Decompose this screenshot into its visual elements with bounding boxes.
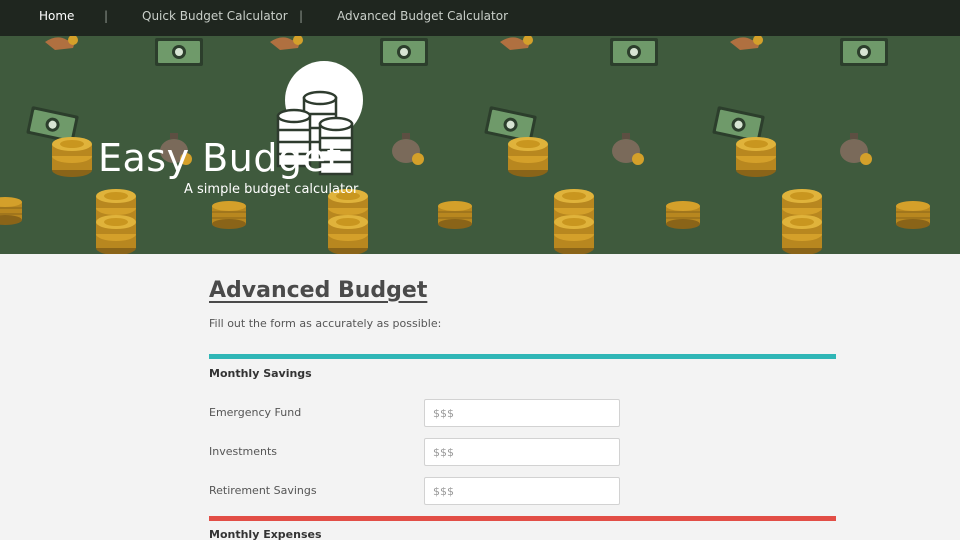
nav-link-home[interactable]: Home xyxy=(39,9,74,23)
emergency-fund-input[interactable] xyxy=(424,399,620,427)
nav-separator: | xyxy=(299,9,304,23)
retirement-savings-label: Retirement Savings xyxy=(209,484,317,497)
brand-tagline: A simple budget calculator xyxy=(184,182,359,197)
investments-label: Investments xyxy=(209,445,278,458)
hero-banner: Easy Budget A simple budget calculator xyxy=(0,36,960,254)
page-title: Advanced Budget xyxy=(209,278,428,303)
nav-link-quick-budget[interactable]: Quick Budget Calculator xyxy=(142,9,288,23)
section-title-monthly-savings: Monthly Savings xyxy=(209,367,312,380)
retirement-savings-input[interactable] xyxy=(424,477,620,505)
investments-input[interactable] xyxy=(424,438,620,466)
brand-logo-text: Easy Budget xyxy=(98,136,342,180)
page-description: Fill out the form as accurately as possi… xyxy=(209,317,442,330)
expenses-section-divider xyxy=(209,516,836,521)
top-navigation: Home | Quick Budget Calculator | Advance… xyxy=(0,0,960,36)
nav-link-advanced-budget[interactable]: Advanced Budget Calculator xyxy=(337,9,508,23)
nav-separator: | xyxy=(104,9,109,23)
emergency-fund-label: Emergency Fund xyxy=(209,406,302,419)
savings-section-divider xyxy=(209,354,836,359)
section-title-monthly-expenses: Monthly Expenses xyxy=(209,528,322,540)
